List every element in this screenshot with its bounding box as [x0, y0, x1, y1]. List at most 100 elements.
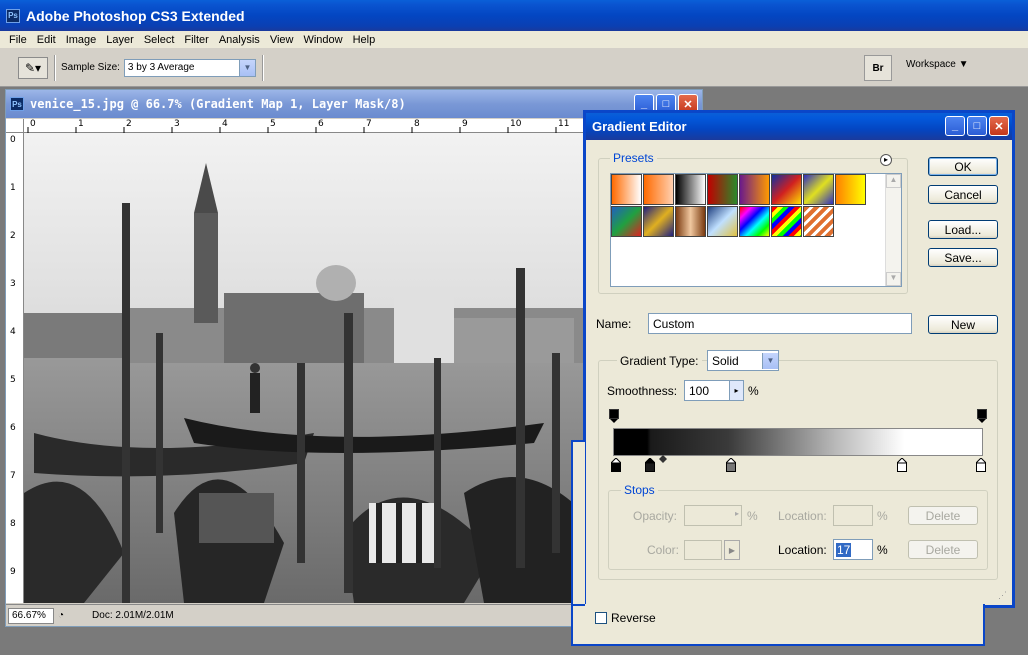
ruler-label: 0 — [10, 135, 16, 145]
ruler-label: 2 — [126, 119, 132, 129]
name-label: Name: — [596, 317, 632, 331]
menu-window[interactable]: Window — [303, 34, 342, 46]
chevron-right-icon[interactable]: ▸ — [729, 381, 743, 400]
menu-file[interactable]: File — [9, 34, 27, 46]
presets-list[interactable]: ▲ ▼ — [610, 173, 902, 287]
minimize-icon: _ — [640, 98, 648, 110]
chevron-right-icon[interactable]: ▶ — [724, 540, 740, 560]
color-location-value: 17 — [836, 542, 852, 557]
preset-swatch[interactable] — [739, 206, 770, 237]
menu-image[interactable]: Image — [66, 34, 97, 46]
opacity-stop-right[interactable] — [977, 409, 987, 423]
preset-swatch[interactable] — [675, 174, 706, 205]
ruler-label: 4 — [222, 119, 228, 129]
preset-swatch[interactable] — [739, 174, 770, 205]
status-info-icon[interactable]: ◔ — [58, 610, 64, 621]
ruler-label: 2 — [10, 231, 16, 241]
preset-swatch[interactable] — [771, 206, 802, 237]
zoom-field[interactable]: 66.67% — [8, 607, 54, 624]
presets-label: Presets — [610, 151, 657, 165]
save-button[interactable]: Save... — [928, 248, 998, 267]
color-stop[interactable] — [726, 458, 736, 472]
menu-filter[interactable]: Filter — [184, 34, 208, 46]
midpoint-diamond-icon[interactable] — [659, 455, 667, 463]
new-button[interactable]: New — [928, 315, 998, 334]
resize-grip-icon[interactable]: ⋰ — [998, 590, 1010, 602]
minimize-button[interactable]: _ — [945, 116, 965, 136]
toolbar-separator — [261, 54, 263, 81]
color-stop[interactable] — [897, 458, 907, 472]
preset-swatch[interactable] — [835, 174, 866, 205]
menu-edit[interactable]: Edit — [37, 34, 56, 46]
chevron-down-icon[interactable]: ▼ — [886, 272, 901, 286]
delete-opacity-stop-button: Delete — [908, 506, 978, 525]
ruler-vertical[interactable]: 0 1 2 3 4 5 6 7 8 9 — [6, 133, 24, 603]
color-stop[interactable] — [976, 458, 986, 472]
preset-swatch[interactable] — [707, 174, 738, 205]
chevron-right-icon: ▸ — [734, 509, 739, 518]
chevron-down-icon: ▼ — [238, 59, 255, 76]
options-bar: ✎▾ Sample Size: 3 by 3 Average ▼ Br Work… — [0, 49, 1028, 87]
menu-view[interactable]: View — [270, 34, 294, 46]
presets-menu-icon[interactable]: ▸ — [880, 154, 892, 166]
gradient-preview-bar[interactable] — [613, 428, 983, 456]
color-swatch-field[interactable] — [684, 540, 722, 560]
gradient-map-panel-edge — [571, 440, 585, 606]
ok-button[interactable]: OK — [928, 157, 998, 176]
opacity-stop-left[interactable] — [609, 409, 619, 423]
cancel-button[interactable]: Cancel — [928, 185, 998, 204]
ruler-label: 7 — [10, 471, 16, 481]
preset-swatch[interactable] — [611, 206, 642, 237]
preset-swatch[interactable] — [803, 206, 834, 237]
opacity-percent: % — [747, 509, 758, 523]
menu-select[interactable]: Select — [144, 34, 175, 46]
preset-swatch[interactable] — [803, 174, 834, 205]
ruler-label: 5 — [10, 375, 16, 385]
preset-swatch[interactable] — [675, 206, 706, 237]
gradient-map-panel: Reverse — [571, 604, 985, 646]
color-location-percent: % — [877, 543, 888, 557]
stops-label: Stops — [621, 483, 658, 497]
color-label: Color: — [647, 543, 680, 557]
menu-analysis[interactable]: Analysis — [219, 34, 260, 46]
bridge-button[interactable]: Br — [864, 55, 892, 81]
ruler-label: 11 — [558, 119, 570, 129]
maximize-icon: □ — [662, 98, 670, 110]
smoothness-percent: % — [748, 384, 759, 398]
menu-help[interactable]: Help — [353, 34, 376, 46]
smoothness-value: 100 — [689, 383, 710, 398]
preset-swatch[interactable] — [707, 206, 738, 237]
ruler-corner[interactable] — [6, 119, 24, 133]
gradient-type-select[interactable]: Solid ▼ — [707, 350, 779, 371]
close-icon: ✕ — [994, 120, 1004, 133]
sample-size-value: 3 by 3 Average — [127, 62, 195, 73]
close-button[interactable]: ✕ — [989, 116, 1009, 136]
menu-layer[interactable]: Layer — [106, 34, 134, 46]
chevron-down-icon: ▼ — [762, 352, 778, 369]
preset-swatch[interactable] — [611, 174, 642, 205]
workspace-menu[interactable]: Workspace ▼ — [906, 59, 969, 70]
color-stop[interactable] — [611, 458, 621, 472]
presets-scrollbar[interactable]: ▲ ▼ — [885, 174, 901, 286]
color-stop-selected[interactable] — [645, 458, 655, 472]
document-info[interactable]: Doc: 2.01M/2.01M — [92, 610, 174, 621]
eyedropper-tool-button[interactable]: ✎▾ — [18, 56, 48, 79]
color-location-field[interactable]: 17 — [833, 539, 873, 560]
reverse-label: Reverse — [611, 611, 656, 625]
name-field[interactable]: Custom — [648, 313, 912, 334]
eyedropper-icon: ✎▾ — [24, 60, 42, 75]
preset-swatch[interactable] — [643, 174, 674, 205]
preset-swatch[interactable] — [771, 174, 802, 205]
ruler-label: 7 — [366, 119, 372, 129]
preset-swatch[interactable] — [643, 206, 674, 237]
color-location-label: Location: — [778, 543, 827, 557]
maximize-button[interactable]: □ — [967, 116, 987, 136]
ruler-label: 1 — [10, 183, 16, 193]
smoothness-field[interactable]: 100 ▸ — [684, 380, 744, 401]
reverse-checkbox[interactable] — [595, 612, 607, 624]
load-button[interactable]: Load... — [928, 220, 998, 239]
opacity-location-field — [833, 505, 873, 526]
sample-size-select[interactable]: 3 by 3 Average ▼ — [123, 58, 256, 77]
chevron-up-icon[interactable]: ▲ — [886, 174, 901, 188]
ruler-label: 6 — [10, 423, 16, 433]
